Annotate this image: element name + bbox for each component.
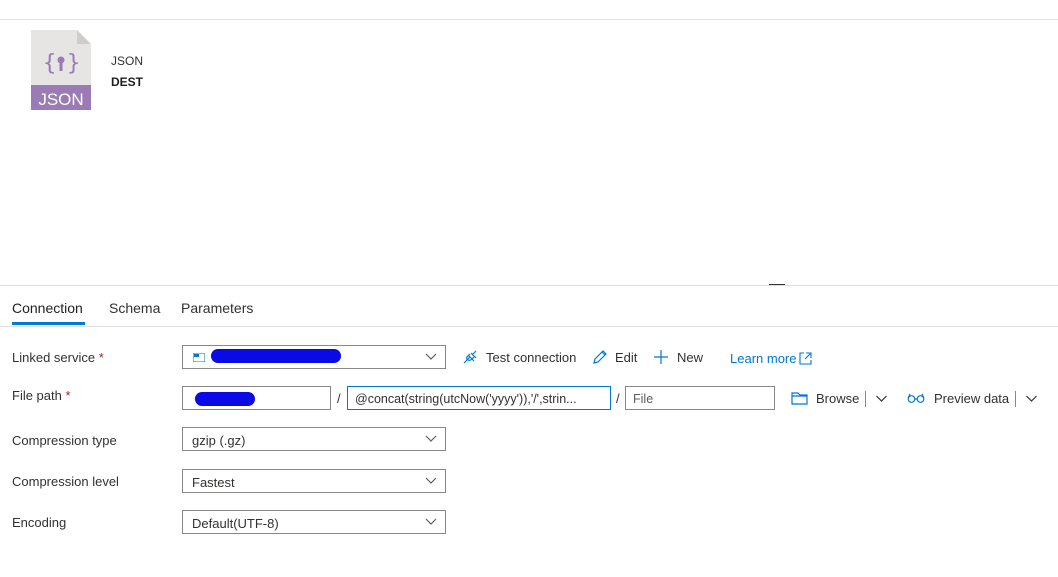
chevron-down-icon [425, 518, 437, 525]
toolbar-separator [865, 391, 866, 407]
preview-chevron-down-icon[interactable] [1025, 392, 1038, 404]
chevron-down-icon [425, 353, 437, 360]
encoding-dropdown[interactable]: Default(UTF-8) [182, 510, 446, 534]
chevron-down-icon [425, 477, 437, 484]
compression-type-label: Compression type [12, 433, 117, 448]
storage-service-icon [193, 353, 205, 362]
chevron-down-icon [425, 435, 437, 442]
path-separator: / [616, 391, 620, 406]
plug-icon [463, 350, 477, 364]
svg-text:JSON: JSON [38, 90, 83, 109]
glasses-icon [907, 393, 925, 403]
toolbar-separator [1015, 391, 1016, 407]
folder-icon [791, 392, 808, 405]
path-separator: / [337, 391, 341, 406]
dataset-type: JSON [111, 54, 144, 68]
browse-button[interactable]: Browse [791, 390, 861, 408]
top-divider [0, 19, 1058, 20]
file-path-label: File path * [12, 388, 71, 403]
plus-icon [654, 350, 668, 364]
compression-type-dropdown[interactable]: gzip (.gz) [182, 427, 446, 451]
edit-button[interactable]: Edit [592, 349, 642, 367]
browse-chevron-down-icon[interactable] [875, 392, 888, 404]
file-name-input[interactable]: File [625, 386, 775, 410]
redacted-container-name [195, 392, 255, 406]
learn-more-link[interactable]: Learn more [730, 350, 814, 368]
linked-service-label: Linked service * [12, 350, 104, 365]
tab-connection[interactable]: Connection [12, 300, 83, 316]
active-tab-indicator [12, 322, 85, 325]
compression-level-dropdown[interactable]: Fastest [182, 469, 446, 493]
directory-input[interactable]: @concat(string(utcNow('yyyy')),'/',strin… [347, 386, 611, 410]
test-connection-button[interactable]: Test connection [462, 349, 578, 367]
encoding-label: Encoding [12, 515, 67, 530]
dataset-name: DEST [111, 75, 144, 89]
svg-text:}: } [67, 51, 80, 76]
json-file-icon: { } JSON [31, 30, 91, 110]
properties-tabs: Connection Schema Parameters [0, 286, 1058, 327]
external-link-icon [799, 352, 812, 365]
tab-parameters[interactable]: Parameters [181, 300, 253, 316]
container-input[interactable] [182, 386, 331, 410]
tab-schema[interactable]: Schema [109, 300, 160, 316]
svg-text:{: { [43, 51, 56, 76]
new-button[interactable]: New [653, 349, 707, 367]
pencil-icon [593, 350, 607, 364]
preview-data-button[interactable]: Preview data [907, 390, 1011, 408]
redacted-linked-service-name [211, 349, 341, 363]
compression-level-label: Compression level [12, 474, 119, 489]
linked-service-dropdown[interactable] [182, 345, 446, 369]
